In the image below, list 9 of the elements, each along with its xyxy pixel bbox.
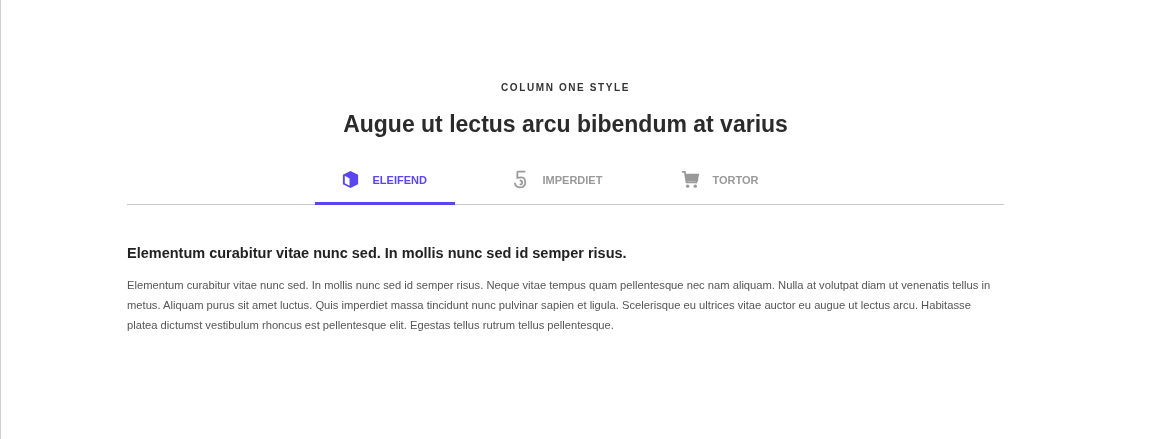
panel-text: Elementum curabitur vitae nunc sed. In mollis nunc sed id semper risus. Neque vitae tempus quam pellentesque nec nam aliquam. Nulla at volutpat diam ut venenatis tellus in metus. Aliquam purus sit amet luctus. Quis imperdiet massa tincidunt nunc pulvinar sapien et ligula. Scelerisque eu ultrices vitae auctor eu augue ut lectus arcu. Habitasse platea dictumst vestibulum rhoncus est pellentesque elit. Egestas tellus rutrum tellus pellentesque. — [127, 278, 992, 333]
tab[interactable]: ELEIFEND — [314, 160, 455, 205]
tab[interactable]: TORTOR — [654, 160, 825, 205]
cube-icon — [340, 170, 360, 189]
panel-title: Elementum curabitur vitae nunc sed. In mollis nunc sed id semper risus. — [127, 245, 628, 261]
cart-icon — [680, 170, 700, 189]
tab[interactable]: IMPERDIET — [484, 160, 655, 205]
section-eyebrow: COLUMN ONE STYLE — [500, 82, 631, 93]
section-heading: Augue ut lectus arcu bibendum at varius — [342, 111, 789, 138]
